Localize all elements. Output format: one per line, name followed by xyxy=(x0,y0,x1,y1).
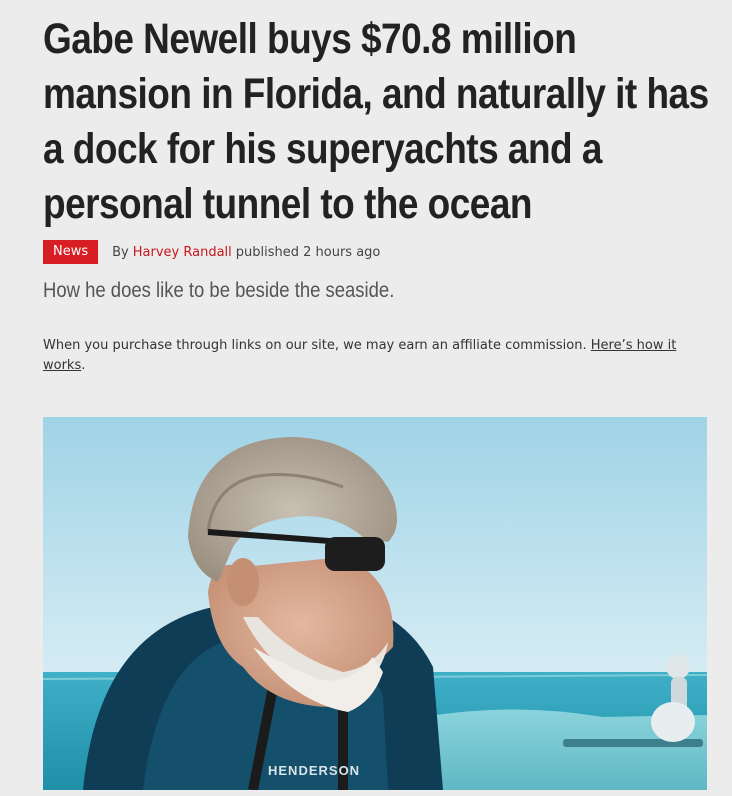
affiliate-end: . xyxy=(81,358,86,373)
affiliate-disclaimer: When you purchase through links on our s… xyxy=(43,336,703,376)
hero-image[interactable]: HENDERSON xyxy=(43,417,707,790)
author-link[interactable]: Harvey Randall xyxy=(133,245,232,260)
affiliate-text: When you purchase through links on our s… xyxy=(43,338,587,353)
article: Gabe Newell buys $70.8 million mansion i… xyxy=(43,0,709,790)
article-strapline: How he does like to be beside the seasid… xyxy=(43,279,395,302)
wetsuit-brand-text: HENDERSON xyxy=(268,763,360,778)
byline: News By Harvey Randall published 2 hours… xyxy=(43,240,380,264)
hero-photo: HENDERSON xyxy=(43,417,707,790)
category-badge[interactable]: News xyxy=(43,240,99,264)
byline-prefix: By xyxy=(112,244,129,260)
published-time: published 2 hours ago xyxy=(235,244,381,260)
article-headline: Gabe Newell buys $70.8 million mansion i… xyxy=(43,15,709,228)
